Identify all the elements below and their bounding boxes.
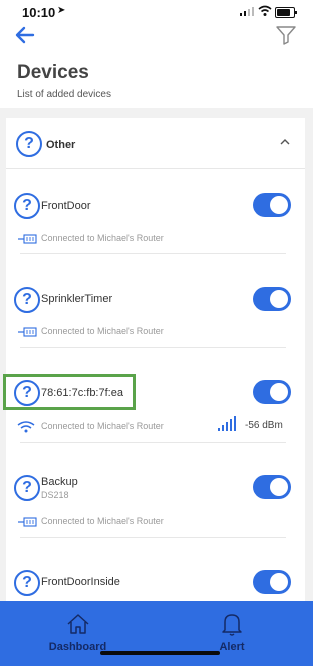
connection-status: Connected to Michael's Router [41,421,164,431]
signal-strength-icon [218,416,236,431]
page-subtitle: List of added devices [17,89,111,100]
connection-status: Connected to Michael's Router [41,516,164,526]
signal-strength-value: -56 dBm [245,420,283,431]
device-toggle[interactable] [253,475,291,499]
group-label: Other [46,139,76,151]
device-toggle[interactable] [253,287,291,311]
device-name: FrontDoor [41,200,91,212]
bottom-tab-bar: Dashboard Alert [0,601,313,666]
status-bar: 10:10 ➤ [0,0,313,22]
question-icon: ? [14,193,40,219]
divider [20,253,286,254]
cellular-signal-icon [240,7,254,16]
device-toggle[interactable] [253,380,291,404]
group-header-other[interactable]: ? Other [6,118,305,169]
wifi-status-icon [258,5,272,16]
chevron-up-icon[interactable] [278,135,292,149]
device-name: Backup [41,476,78,488]
page-title: Devices [17,62,89,83]
divider [20,537,286,538]
home-indicator [100,651,220,655]
wifi-connection-icon [17,421,35,433]
device-model: DS218 [41,490,69,500]
connection-status: Connected to Michael's Router [41,233,164,243]
filter-icon[interactable] [275,24,297,46]
device-toggle[interactable] [253,193,291,217]
home-icon [67,614,89,634]
question-icon: ? [14,287,40,313]
ethernet-connection-icon [18,327,37,337]
ethernet-connection-icon [18,517,37,527]
connection-status: Connected to Michael's Router [41,326,164,336]
divider [20,442,286,443]
bell-icon [222,614,242,636]
ethernet-connection-icon [18,234,37,244]
battery-icon [275,7,297,18]
question-icon: ? [16,131,42,157]
status-time: 10:10 [22,5,56,20]
device-toggle[interactable] [253,570,291,594]
divider [20,347,286,348]
device-group-card [6,118,305,608]
question-icon: ? [14,570,40,596]
question-icon: ? [14,475,40,501]
back-arrow-icon[interactable] [14,24,36,46]
location-icon: ➤ [57,5,66,16]
highlight-box [3,374,136,410]
device-name: FrontDoorInside [41,576,120,588]
device-name: SprinklerTimer [41,293,113,305]
